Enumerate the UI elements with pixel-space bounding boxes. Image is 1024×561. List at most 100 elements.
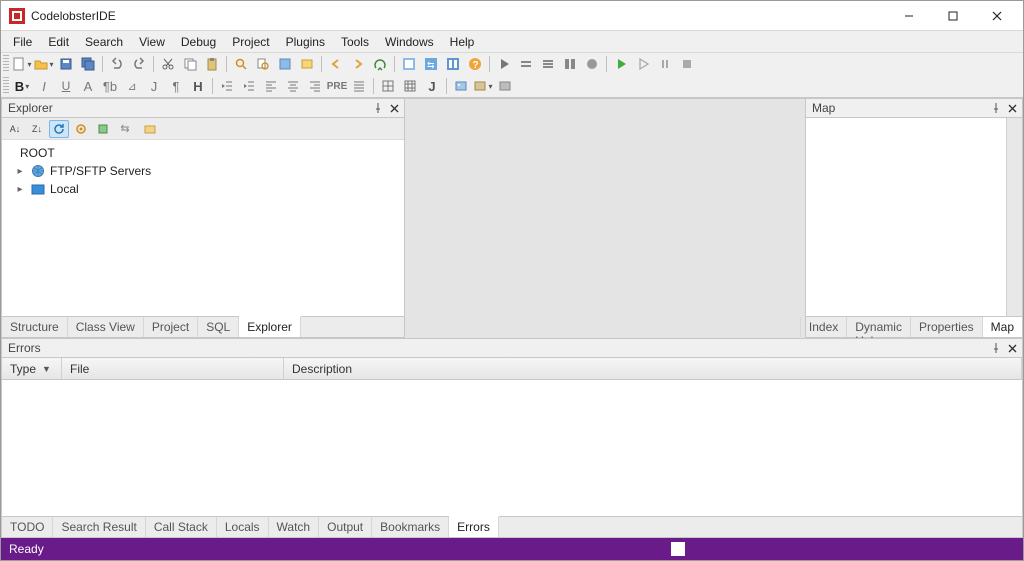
- save-all-button[interactable]: [78, 54, 98, 74]
- tab-structure[interactable]: Structure: [2, 317, 68, 337]
- refresh-button[interactable]: [49, 120, 69, 138]
- sort-az-button[interactable]: A↓: [5, 120, 25, 138]
- pin-icon[interactable]: [988, 100, 1004, 116]
- italic-button[interactable]: I: [34, 76, 54, 96]
- errors-header[interactable]: Errors: [1, 338, 1023, 358]
- tab-output[interactable]: Output: [319, 517, 372, 537]
- map-header[interactable]: Map: [805, 98, 1023, 118]
- tab-locals[interactable]: Locals: [217, 517, 269, 537]
- breakpoint-button[interactable]: [582, 54, 602, 74]
- pin-icon[interactable]: [988, 340, 1004, 356]
- tab-class-view[interactable]: Class View: [68, 317, 144, 337]
- align-center-button[interactable]: [283, 76, 303, 96]
- tab-explorer[interactable]: Explorer: [239, 316, 301, 337]
- outdent-button[interactable]: [217, 76, 237, 96]
- toolbar-grip[interactable]: [3, 77, 9, 95]
- tab-properties[interactable]: Properties: [910, 317, 982, 337]
- debug-continue-button[interactable]: [633, 54, 653, 74]
- hl3-button[interactable]: [443, 54, 463, 74]
- open-folder-button[interactable]: ▾: [34, 54, 54, 74]
- menu-edit[interactable]: Edit: [40, 33, 77, 51]
- undo-button[interactable]: [107, 54, 127, 74]
- menu-debug[interactable]: Debug: [173, 33, 224, 51]
- tab-watch[interactable]: Watch: [269, 517, 320, 537]
- tab-todo[interactable]: TODO: [2, 517, 53, 537]
- list-button[interactable]: ⊿: [122, 76, 142, 96]
- replace-button[interactable]: [297, 54, 317, 74]
- minimize-button[interactable]: [887, 2, 931, 30]
- close-icon[interactable]: [1004, 340, 1020, 356]
- menu-plugins[interactable]: Plugins: [278, 33, 333, 51]
- explorer-header[interactable]: Explorer: [1, 98, 405, 118]
- new-file-button[interactable]: ▾: [12, 54, 32, 74]
- tab-errors[interactable]: Errors: [449, 516, 499, 537]
- save-button[interactable]: [56, 54, 76, 74]
- paste-button[interactable]: [202, 54, 222, 74]
- tab-bookmarks[interactable]: Bookmarks: [372, 517, 449, 537]
- grid2-button[interactable]: [400, 76, 420, 96]
- tab-index[interactable]: Index: [800, 317, 846, 337]
- maximize-button[interactable]: [931, 2, 975, 30]
- close-icon[interactable]: [1004, 100, 1020, 116]
- menu-tools[interactable]: Tools: [333, 33, 377, 51]
- nav-back-button[interactable]: [326, 54, 346, 74]
- settings-button[interactable]: [71, 120, 91, 138]
- tree-item[interactable]: ▸ Local: [8, 180, 398, 198]
- cut-button[interactable]: [158, 54, 178, 74]
- pilcrow2-button[interactable]: ¶: [166, 76, 186, 96]
- column-type[interactable]: Type▼: [2, 358, 62, 379]
- step-out-button[interactable]: [560, 54, 580, 74]
- debug-pause-button[interactable]: [655, 54, 675, 74]
- context-help-button[interactable]: [370, 54, 390, 74]
- tab-search-result[interactable]: Search Result: [53, 517, 145, 537]
- redo-button[interactable]: [129, 54, 149, 74]
- hl2-button[interactable]: ⇆: [421, 54, 441, 74]
- j2-button[interactable]: J: [422, 76, 442, 96]
- collapse-button[interactable]: [93, 120, 113, 138]
- sort-za-button[interactable]: Z↓: [27, 120, 47, 138]
- step-over-button[interactable]: [516, 54, 536, 74]
- run-button[interactable]: [494, 54, 514, 74]
- menu-project[interactable]: Project: [224, 33, 277, 51]
- column-description[interactable]: Description: [284, 358, 1022, 379]
- pilcrow-button[interactable]: ¶b: [100, 76, 120, 96]
- sync-button[interactable]: ⇆: [115, 120, 135, 138]
- nav-forward-button[interactable]: [348, 54, 368, 74]
- scrollbar[interactable]: [1006, 118, 1022, 316]
- column-file[interactable]: File: [62, 358, 284, 379]
- hl1-button[interactable]: [399, 54, 419, 74]
- tab-map[interactable]: Map: [982, 317, 1022, 337]
- underline-button[interactable]: U: [56, 76, 76, 96]
- tab-sql[interactable]: SQL: [198, 317, 239, 337]
- tab-project[interactable]: Project: [144, 317, 198, 337]
- tab-call-stack[interactable]: Call Stack: [146, 517, 217, 537]
- debug-stop-button[interactable]: [677, 54, 697, 74]
- numbered-list-button[interactable]: PRE: [327, 76, 347, 96]
- show-all-button[interactable]: [140, 120, 160, 138]
- toolbar-grip[interactable]: [3, 55, 9, 73]
- debug-run-button[interactable]: [611, 54, 631, 74]
- explorer-tree[interactable]: ROOT ▸ FTP/SFTP Servers ▸ Local: [2, 140, 404, 202]
- heading-button[interactable]: H: [188, 76, 208, 96]
- map-body[interactable]: [805, 118, 1023, 317]
- menu-file[interactable]: File: [5, 33, 40, 51]
- close-button[interactable]: [975, 2, 1019, 30]
- menu-help[interactable]: Help: [442, 33, 483, 51]
- bold-button[interactable]: B▾: [12, 76, 32, 96]
- bookmark-button[interactable]: [275, 54, 295, 74]
- editor-area[interactable]: [405, 98, 805, 338]
- pin-icon[interactable]: [370, 100, 386, 116]
- menu-search[interactable]: Search: [77, 33, 131, 51]
- copy-button[interactable]: [180, 54, 200, 74]
- find-files-button[interactable]: [253, 54, 273, 74]
- tree-root[interactable]: ROOT: [8, 144, 398, 162]
- find-button[interactable]: [231, 54, 251, 74]
- justify-button[interactable]: [349, 76, 369, 96]
- table-button[interactable]: [378, 76, 398, 96]
- step-into-button[interactable]: [538, 54, 558, 74]
- help-button[interactable]: ?: [465, 54, 485, 74]
- errors-list[interactable]: [2, 380, 1022, 516]
- tab-dynamic-help[interactable]: Dynamic Help: [846, 317, 910, 337]
- insert-table-button[interactable]: ▾: [473, 76, 493, 96]
- align-right-button[interactable]: [305, 76, 325, 96]
